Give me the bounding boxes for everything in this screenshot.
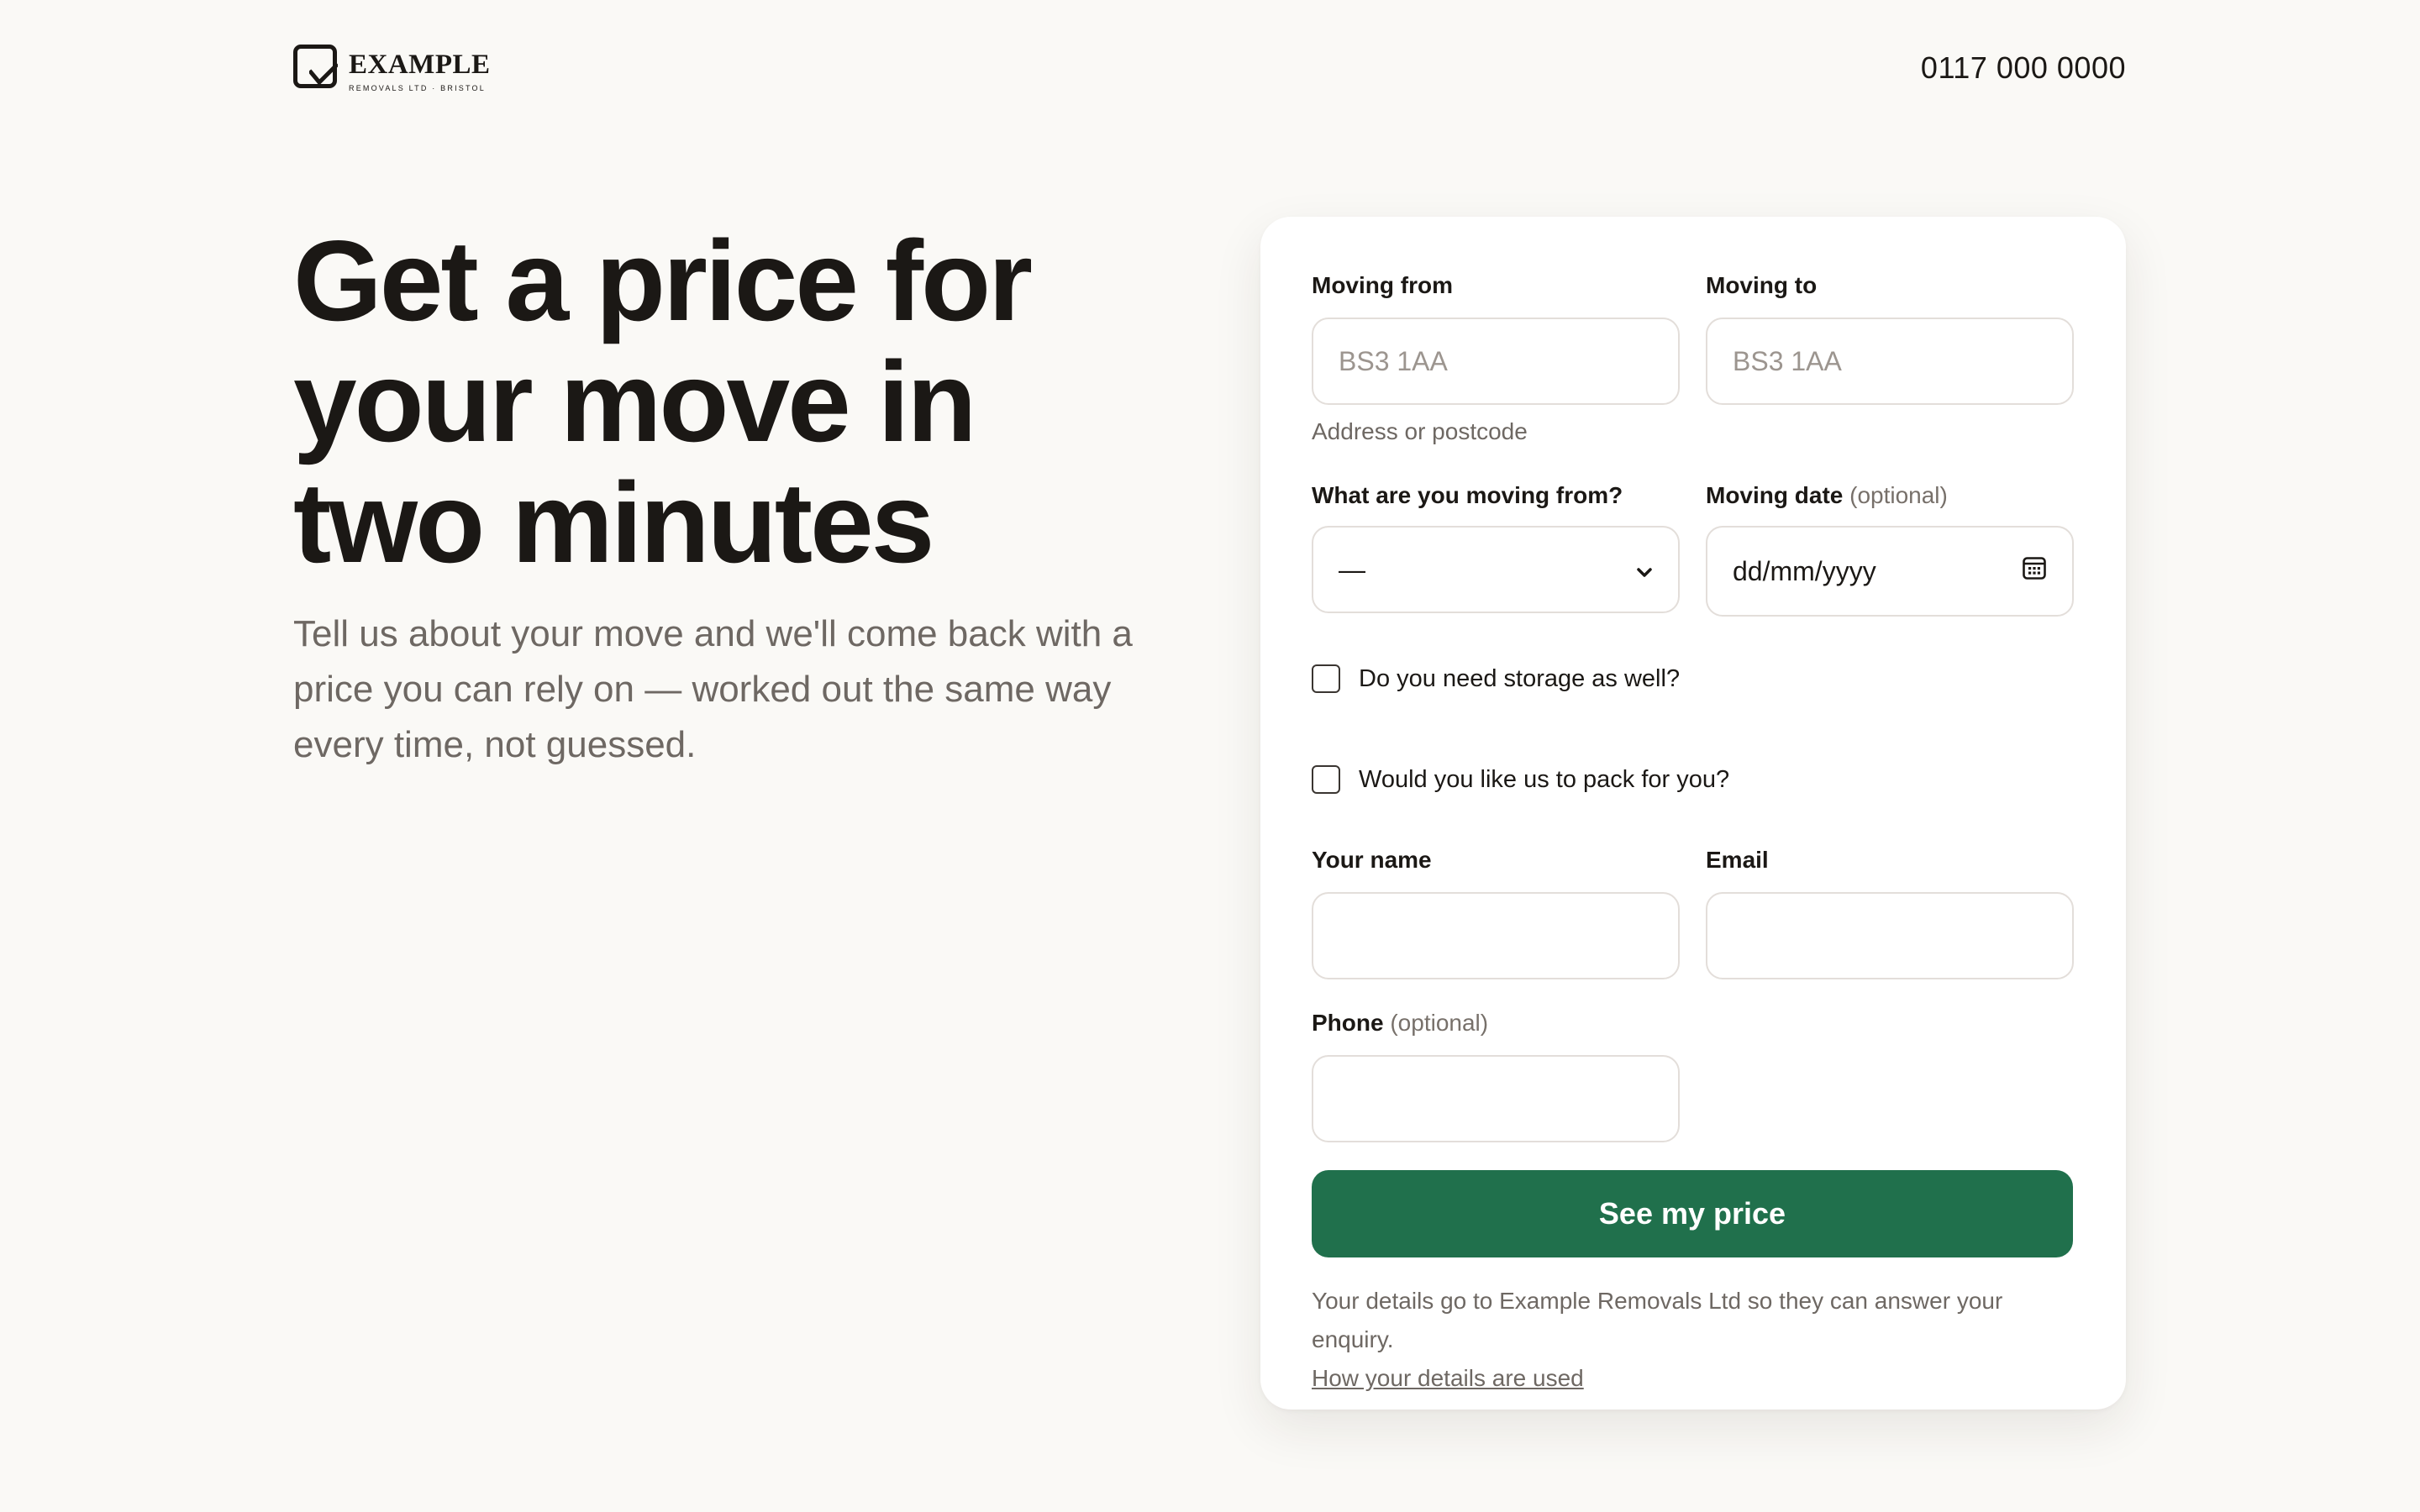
email-label: Email bbox=[1706, 847, 1769, 873]
packing-option[interactable]: Would you like us to pack for you? bbox=[1312, 765, 1729, 794]
property-type-selected: — bbox=[1339, 554, 1365, 585]
storage-option[interactable]: Do you need storage as well? bbox=[1312, 664, 1680, 693]
property-type-select[interactable]: — bbox=[1312, 526, 1680, 613]
packing-checkbox-label[interactable]: Would you like us to pack for you? bbox=[1359, 766, 1729, 794]
phone-label: Phone (optional) bbox=[1312, 1010, 1488, 1037]
privacy-notice: Your details go to Example Removals Ltd … bbox=[1312, 1282, 2085, 1398]
moving-date-optional: (optional) bbox=[1849, 482, 1948, 508]
moving-date-label-text: Moving date bbox=[1706, 482, 1844, 508]
moving-date-value: dd/mm/yyyy bbox=[1733, 555, 1876, 586]
logo-wordmark: EXAMPLE bbox=[349, 50, 491, 80]
moving-to-input[interactable] bbox=[1706, 318, 2074, 405]
storage-checkbox-label[interactable]: Do you need storage as well? bbox=[1359, 665, 1680, 693]
moving-from-input[interactable] bbox=[1312, 318, 1680, 405]
phone-number-link[interactable]: 0117 000 0000 bbox=[1921, 50, 2126, 86]
property-type-label: What are you moving from? bbox=[1312, 482, 1623, 508]
name-input[interactable] bbox=[1312, 892, 1680, 979]
phone-label-text: Phone bbox=[1312, 1010, 1384, 1036]
address-hint: Address or postcode bbox=[1312, 418, 1528, 444]
calendar-icon[interactable] bbox=[2022, 555, 2047, 587]
quote-form-card: Moving from Moving to Address or postcod… bbox=[1260, 217, 2126, 1410]
packing-checkbox[interactable] bbox=[1312, 765, 1340, 794]
storage-checkbox[interactable] bbox=[1312, 664, 1340, 693]
logo[interactable]: EXAMPLE REMOVALS LTD · BRISTOL bbox=[293, 45, 491, 92]
chevron-down-icon bbox=[1636, 554, 1653, 585]
privacy-link[interactable]: How your details are used bbox=[1312, 1365, 1584, 1391]
page-subtitle: Tell us about your move and we'll come b… bbox=[293, 613, 1133, 765]
moving-date-label: Moving date (optional) bbox=[1706, 482, 1948, 509]
moving-date-input[interactable]: dd/mm/yyyy bbox=[1706, 526, 2074, 617]
phone-optional: (optional) bbox=[1390, 1010, 1489, 1036]
see-my-price-button[interactable]: See my price bbox=[1312, 1170, 2073, 1257]
moving-to-label: Moving to bbox=[1706, 272, 1818, 298]
page-title: Get a price for your move in two minutes bbox=[293, 217, 1033, 586]
name-label: Your name bbox=[1312, 847, 1432, 873]
logo-tagline: REMOVALS LTD · BRISTOL bbox=[349, 84, 486, 92]
logo-check-icon bbox=[293, 45, 338, 88]
moving-from-label: Moving from bbox=[1312, 272, 1453, 298]
privacy-notice-text: Your details go to Example Removals Ltd … bbox=[1312, 1288, 2003, 1352]
email-input[interactable] bbox=[1706, 892, 2074, 979]
phone-input[interactable] bbox=[1312, 1055, 1680, 1142]
